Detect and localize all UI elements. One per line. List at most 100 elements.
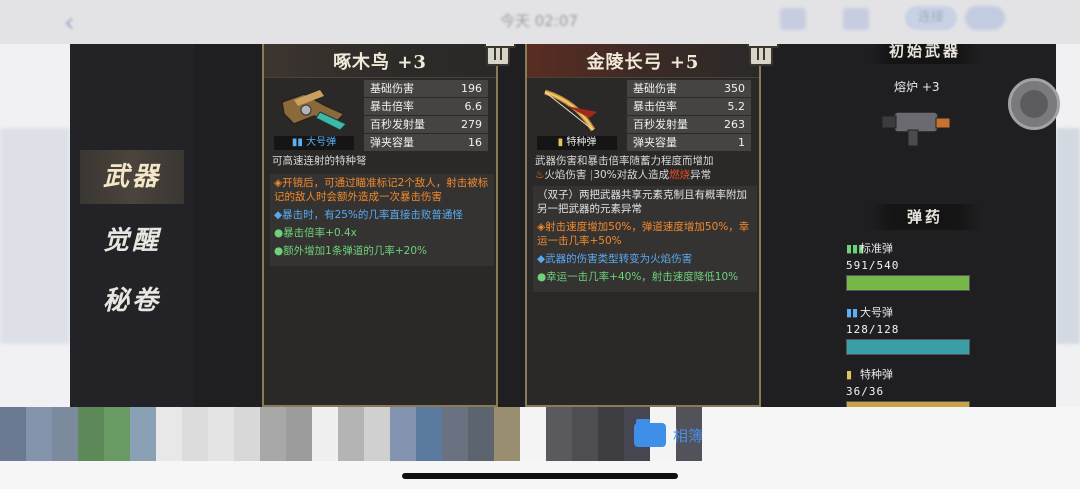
more-options-icon[interactable] [965, 6, 1005, 30]
weapon-name: 啄木鸟 +3 [333, 52, 427, 73]
effect-line: ◆武器的伤害类型转变为火焰伤害 [537, 253, 693, 265]
trash-icon[interactable] [747, 44, 779, 66]
stat-row: 基础伤害 196 [364, 80, 488, 98]
ammo-count: 591/540 [846, 259, 900, 272]
stat-row: 百秒发射量 279 [364, 116, 488, 134]
large-ammo-icon: ▮▮ [846, 306, 859, 319]
album-label[interactable]: 相簿 [673, 425, 703, 446]
ammo-count: 128/128 [846, 323, 900, 336]
element-status: 燃烧 [669, 169, 691, 181]
thumbnail-row [0, 407, 702, 461]
assistive-touch-button[interactable] [1008, 78, 1060, 130]
photo-thumbnail[interactable] [234, 407, 260, 461]
photo-thumbnail[interactable] [494, 407, 520, 461]
game-screen: 武器 觉醒 秘卷 啄木鸟 +3 ▮▮ 大号弹 基础伤害 196 暴击倍率 6.6 百… [70, 44, 1056, 407]
photo-thumbnail[interactable] [260, 407, 286, 461]
next-photo-peek [1056, 128, 1080, 344]
ammo-label: 标准弹 [860, 242, 893, 255]
ammo-bar-fill [847, 276, 969, 290]
stat-row: 弹夹容量 1 [627, 134, 751, 152]
photo-thumbnail[interactable] [546, 407, 572, 461]
ammo-label: 特种弹 [860, 368, 893, 381]
ammo-label: 大号弹 [860, 306, 893, 319]
photo-thumbnail[interactable] [78, 407, 104, 461]
ammo-bar-fill [847, 340, 969, 354]
weapon-name: 金陵长弓 +5 [586, 52, 700, 73]
effect-line: ●额外增加1条弹道的几率+20% [274, 245, 427, 257]
trash-icon[interactable] [484, 44, 516, 66]
crossbow-icon [281, 90, 347, 131]
photo-thumbnail[interactable] [468, 407, 494, 461]
photo-thumbnail[interactable] [52, 407, 78, 461]
photo-thumbnail[interactable] [520, 407, 546, 461]
share-icon[interactable] [780, 8, 806, 30]
weapon-card-woodpecker: 啄木鸟 +3 ▮▮ 大号弹 基础伤害 196 暴击倍率 6.6 百秒发射量 279 弹… [262, 44, 516, 407]
ammo-type-label: 大号弹 [306, 137, 337, 148]
stat-row: 基础伤害 350 [627, 80, 751, 98]
ammo-special: ▮ 特种弹 36/36 [846, 366, 970, 407]
weapon-stats: 基础伤害 350 暴击倍率 5.2 百秒发射量 263 弹夹容量 1 [627, 80, 751, 152]
ammo-type-tag: ▮ 特种弹 [537, 136, 617, 150]
photo-thumbnail[interactable] [130, 407, 156, 461]
right-panel: 初始武器 熔炉 +3 弹药 ▮▮▮ 标准弹 591/540 ▮▮ 大号弹 128/1… [830, 44, 1030, 407]
favorite-icon[interactable] [843, 8, 869, 30]
effect-line: ◈开镜后，可通过瞄准标记2个敌人，射击被标记的敌人时会额外造成一次暴击伤害 [274, 177, 489, 203]
weapon-effects: ◈开镜后，可通过瞄准标记2个敌人，射击被标记的敌人时会额外造成一次暴击伤害 ◆暴… [270, 174, 494, 266]
nav-awakening[interactable]: 觉醒 [80, 214, 184, 268]
photo-thumbnail[interactable] [286, 407, 312, 461]
weapon-description: 可高速连射的特种弩 [272, 155, 367, 167]
connect-chip[interactable]: 连接 [905, 6, 957, 30]
furnace-gun-icon [881, 111, 951, 147]
ammo-bar [846, 275, 970, 291]
longbow-icon [544, 89, 597, 132]
photo-viewer-top-bar: ‹ 今天 02:07 连接 [0, 0, 1080, 44]
photo-thumbnail[interactable] [156, 407, 182, 461]
ammo-standard: ▮▮▮ 标准弹 591/540 [846, 240, 970, 291]
ammo-header: 弹药 [870, 204, 980, 230]
ammo-type-label: 特种弹 [566, 137, 597, 148]
photo-thumbnail[interactable] [182, 407, 208, 461]
photo-thumbnail[interactable] [416, 407, 442, 461]
stat-row: 百秒发射量 263 [627, 116, 751, 134]
initial-weapon-name: 熔炉 +3 [894, 80, 940, 94]
ammo-large: ▮▮ 大号弹 128/128 [846, 304, 970, 355]
photo-date: 今天 02:07 [500, 12, 578, 30]
nav-weapons[interactable]: 武器 [80, 150, 184, 204]
standard-ammo-icon: ▮▮▮ [846, 242, 865, 255]
weapon-stats: 基础伤害 196 暴击倍率 6.6 百秒发射量 279 弹夹容量 16 [364, 80, 488, 152]
fire-icon: ♨ [535, 169, 545, 181]
photo-thumbnail[interactable] [364, 407, 390, 461]
photo-thumbnail[interactable] [598, 407, 624, 461]
back-chevron-icon[interactable]: ‹ [64, 8, 74, 38]
weapon-description: 武器伤害和暴击倍率随蓄力程度而增加 [535, 155, 714, 167]
photo-thumbnail[interactable] [338, 407, 364, 461]
ammo-type-tag: ▮▮ 大号弹 [274, 136, 354, 150]
photo-thumbnail[interactable] [312, 407, 338, 461]
effect-line: ●幸运一击几率+40%，射击速度降低10% [537, 271, 739, 283]
effect-line: （双子）两把武器共享元素克制且有概率附加另一把武器的元素异常 [537, 189, 747, 215]
photo-thumbnail[interactable] [390, 407, 416, 461]
folder-icon[interactable] [634, 419, 666, 447]
effect-line: ◈射击速度增加50%，弹道速度增加50%，幸运一击几率+50% [537, 221, 750, 247]
previous-photo-peek [0, 128, 70, 344]
effect-line: ◆暴击时，有25%的几率直接击败普通怪 [274, 209, 463, 221]
stat-row: 弹夹容量 16 [364, 134, 488, 152]
photo-thumbnail[interactable] [104, 407, 130, 461]
photo-thumbnail[interactable] [26, 407, 52, 461]
side-nav: 武器 觉醒 秘卷 [70, 44, 194, 407]
weapon-effects: （双子）两把武器共享元素克制且有概率附加另一把武器的元素异常 ◈射击速度增加50… [533, 186, 757, 292]
element-label: 火焰伤害 [544, 169, 587, 181]
stat-row: 暴击倍率 5.2 [627, 98, 751, 116]
thumbnail-strip: 相簿 [0, 407, 1080, 489]
element-desc: 30%对敌人造成 [593, 169, 670, 181]
weapon-card-jinling-longbow: 金陵长弓 +5 ▮ 特种弹 基础伤害 350 暴击倍率 5.2 百秒发射量 263 弹… [525, 44, 779, 407]
photo-thumbnail[interactable] [442, 407, 468, 461]
photo-thumbnail[interactable] [208, 407, 234, 461]
large-ammo-icon: ▮▮ [291, 137, 303, 148]
nav-secret-scroll[interactable]: 秘卷 [80, 274, 184, 328]
special-ammo-icon: ▮ [557, 137, 564, 148]
home-indicator [402, 473, 678, 479]
photo-thumbnail[interactable] [572, 407, 598, 461]
stat-row: 暴击倍率 6.6 [364, 98, 488, 116]
photo-thumbnail[interactable] [0, 407, 26, 461]
